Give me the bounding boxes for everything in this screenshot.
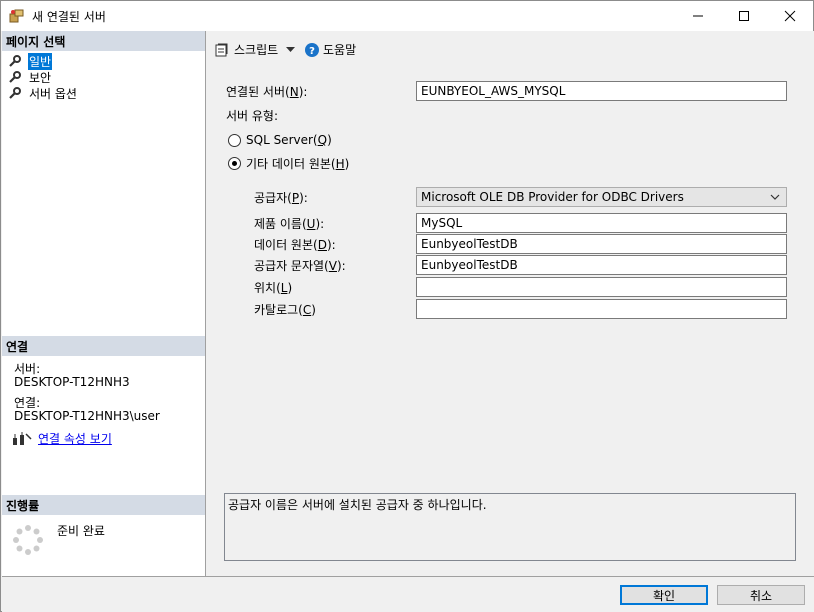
description-text: 공급자 이름은 서버에 설치된 공급자 중 하나입니다.	[228, 498, 487, 512]
linked-server-input[interactable]: EUNBYEOL_AWS_MYSQL	[416, 81, 787, 101]
sidebar-item-label: 보안	[29, 70, 52, 85]
wrench-icon	[9, 71, 21, 83]
help-label: 도움말	[323, 43, 357, 57]
sql-server-radio[interactable]: SQL Server(Q)	[228, 133, 332, 147]
location-input[interactable]	[416, 277, 787, 297]
window-title: 새 연결된 서버	[32, 10, 106, 24]
location-label: 위치(L)	[254, 281, 293, 295]
server-type-label: 서버 유형:	[226, 109, 279, 123]
other-data-source-radio-label: 기타 데이터 원본(H)	[246, 157, 350, 171]
sidebar-item-label: 일반	[28, 52, 53, 70]
close-icon	[784, 10, 796, 22]
linked-server-label: 연결된 서버(N):	[226, 85, 308, 99]
product-name-label: 제품 이름(U):	[254, 217, 325, 231]
provider-value: Microsoft OLE DB Provider for ODBC Drive…	[421, 190, 684, 204]
progress-header: 진행률	[2, 495, 205, 515]
main-panel: 스크립트 ? 도움말 연결된 서버(N): EUNBYEOL_AWS_MYSQL…	[206, 31, 814, 576]
connection-properties-icon	[13, 431, 32, 445]
radio-circle[interactable]	[228, 133, 241, 147]
description-box: 공급자 이름은 서버에 설치된 공급자 중 하나입니다.	[224, 493, 796, 561]
connection-value: DESKTOP-T12HNH3\user	[14, 409, 160, 423]
wrench-icon	[9, 55, 21, 67]
help-button[interactable]: ? 도움말	[305, 41, 356, 58]
provider-select[interactable]: Microsoft OLE DB Provider for ODBC Drive…	[416, 187, 787, 207]
provider-string-label: 공급자 문자열(V):	[254, 259, 346, 273]
view-connection-properties[interactable]: 연결 속성 보기	[12, 430, 112, 447]
catalog-input[interactable]	[416, 299, 787, 319]
sidebar-item-security[interactable]: 보안	[8, 69, 52, 85]
svg-text:?: ?	[309, 46, 315, 57]
maximize-icon	[739, 11, 749, 21]
page-select-header: 페이지 선택	[2, 31, 205, 51]
wrench-icon	[9, 87, 21, 99]
sql-server-radio-label: SQL Server(Q)	[246, 133, 332, 147]
radio-circle[interactable]	[228, 157, 241, 170]
sidebar-item-server-options[interactable]: 서버 옵션	[8, 85, 78, 101]
script-button[interactable]: 스크립트	[214, 41, 296, 58]
sidebar-item-general[interactable]: 일반	[8, 52, 53, 70]
product-name-input[interactable]: MySQL	[416, 213, 787, 233]
connection-header: 연결	[2, 336, 205, 356]
catalog-label: 카탈로그(C)	[254, 303, 316, 317]
data-source-input[interactable]: EunbyeolTestDB	[416, 234, 787, 254]
script-label: 스크립트	[234, 43, 279, 57]
maximize-button[interactable]	[721, 1, 767, 31]
chevron-down-icon	[770, 194, 780, 200]
script-icon	[215, 43, 228, 56]
server-value: DESKTOP-T12HNH3	[14, 375, 130, 389]
close-button[interactable]	[767, 1, 813, 31]
help-icon: ?	[305, 42, 319, 57]
sidebar: 페이지 선택 일반 보안 서버 옵션 연결 서버: DESKTOP-T12HNH…	[2, 31, 205, 576]
data-source-label: 데이터 원본(D):	[254, 238, 336, 252]
cancel-button[interactable]: 취소	[717, 585, 805, 605]
chevron-down-icon[interactable]	[286, 46, 296, 53]
title-bar[interactable]: 새 연결된 서버	[1, 1, 813, 31]
app-icon	[9, 9, 24, 23]
minimize-icon	[693, 15, 703, 17]
other-data-source-radio[interactable]: 기타 데이터 원본(H)	[228, 155, 349, 172]
progress-spinner-icon	[13, 525, 43, 555]
sidebar-item-label: 서버 옵션	[29, 86, 77, 101]
provider-string-input[interactable]: EunbyeolTestDB	[416, 255, 787, 275]
progress-status: 준비 완료	[57, 524, 105, 538]
dialog-footer: 확인 취소	[2, 576, 814, 612]
provider-label: 공급자(P):	[254, 191, 308, 205]
ok-button[interactable]: 확인	[620, 585, 708, 605]
minimize-button[interactable]	[675, 1, 721, 31]
view-connection-properties-link[interactable]: 연결 속성 보기	[38, 430, 112, 447]
linked-server-dialog: 새 연결된 서버 페이지 선택 일반 보안 서버 옵션 연결 서버: DESKT…	[0, 0, 814, 612]
